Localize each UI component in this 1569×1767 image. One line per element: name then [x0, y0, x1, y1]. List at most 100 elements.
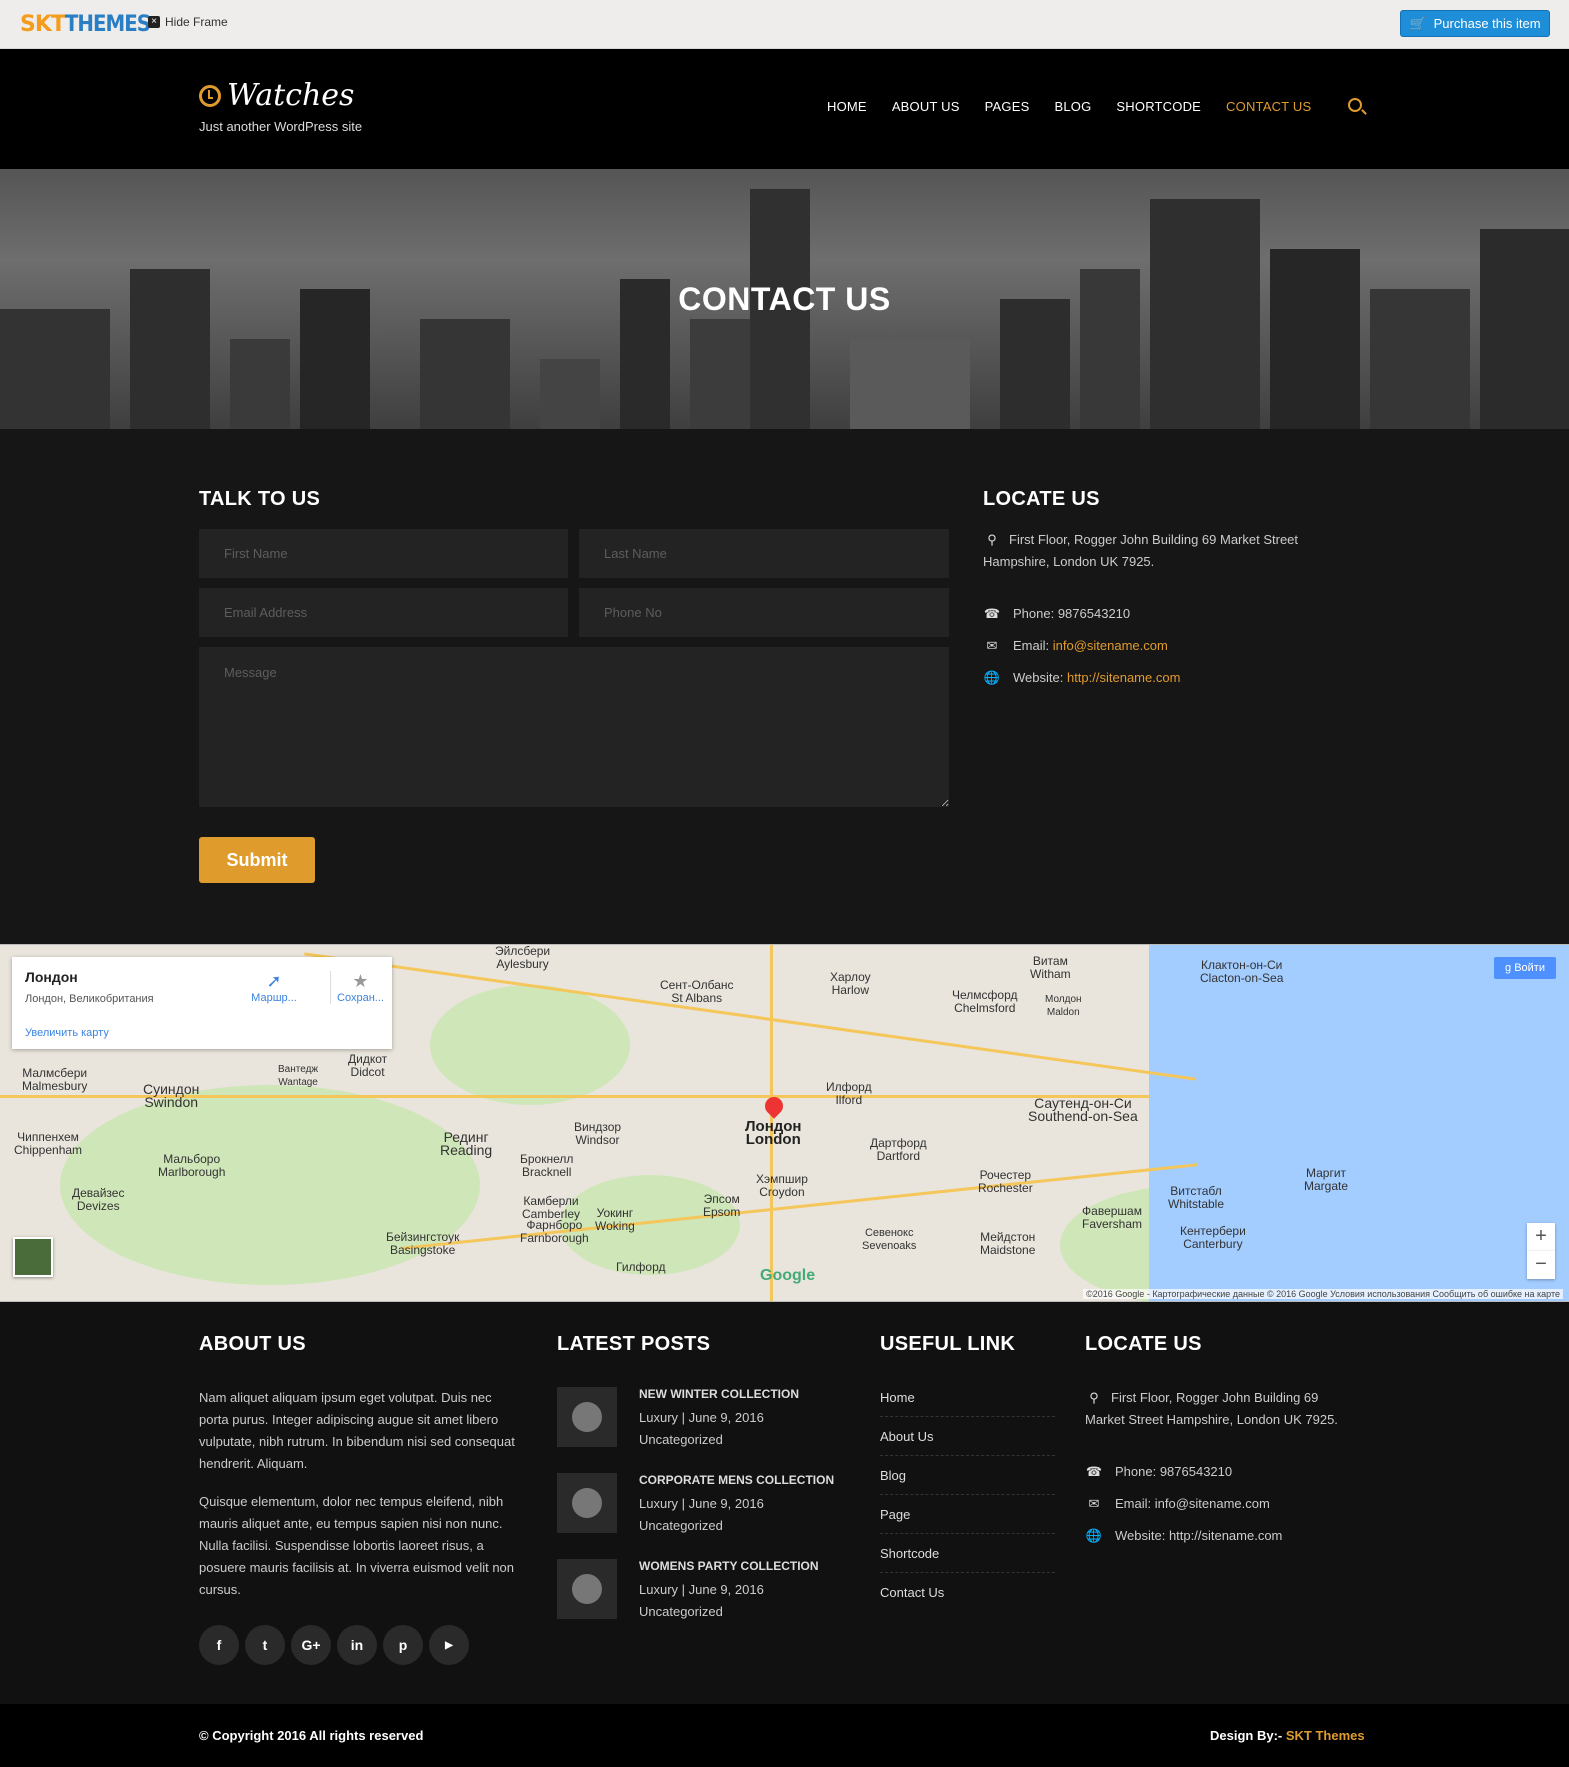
- footer-about-heading: ABOUT US: [199, 1333, 306, 1355]
- map-city: Севенокс Sevenoaks: [862, 1227, 917, 1252]
- map-city: Суиндон Swindon: [143, 1081, 200, 1110]
- directions-label: Маршр...: [251, 992, 297, 1004]
- footer-about-text-1: Nam aliquet aliquam ipsum eget volutpat.…: [199, 1390, 515, 1471]
- purchase-button[interactable]: 🛒 Purchase this item: [1400, 10, 1550, 37]
- nav-shortcode[interactable]: SHORTCODE: [1116, 99, 1201, 114]
- nav-contact-us[interactable]: CONTACT US: [1226, 99, 1311, 114]
- design-by-link[interactable]: SKT Themes: [1286, 1728, 1365, 1743]
- cart-icon: 🛒: [1409, 15, 1426, 31]
- facebook-icon[interactable]: f: [199, 1625, 239, 1665]
- nav-about-us[interactable]: ABOUT US: [892, 99, 960, 114]
- copyright-text: © Copyright 2016 All rights reserved: [199, 1728, 424, 1743]
- logo-skt-text: SKT: [20, 12, 66, 37]
- map-attribution[interactable]: ©2016 Google - Картографические данные ©…: [1083, 1289, 1563, 1299]
- satellite-toggle[interactable]: [13, 1237, 53, 1277]
- footer-link-home[interactable]: Home: [880, 1390, 1055, 1417]
- pinterest-icon[interactable]: p: [383, 1625, 423, 1665]
- email-link[interactable]: info@sitename.com: [1053, 638, 1168, 653]
- directions-button[interactable]: ➚ Маршр...: [244, 971, 304, 1004]
- phone-value: 9876543210: [1057, 606, 1131, 621]
- main-nav: HOME ABOUT US PAGES BLOG SHORTCODE CONTA…: [827, 99, 1336, 114]
- address-block: ⚲ First Floor, Rogger John Building 69 Ma…: [983, 529, 1383, 573]
- email-label: Email:: [1013, 638, 1050, 653]
- map-city: Мейдстон Maidstone: [980, 1230, 1036, 1257]
- locate-us-heading: LOCATE US: [983, 488, 1100, 510]
- hide-frame-label: Hide Frame: [165, 15, 228, 29]
- site-logo[interactable]: Watches: [199, 78, 354, 113]
- map-city: Витстабл Whitstable: [1168, 1184, 1225, 1211]
- footer-link-about-us[interactable]: About Us: [880, 1429, 1055, 1456]
- last-name-input[interactable]: [579, 529, 949, 578]
- map-place-card: Лондон Лондон, Великобритания Увеличить …: [12, 957, 392, 1049]
- site-name: Watches: [227, 78, 355, 113]
- footer-link-blog[interactable]: Blog: [880, 1468, 1055, 1495]
- save-label: Сохран...: [337, 992, 384, 1004]
- post-thumbnail[interactable]: [557, 1387, 617, 1447]
- map-city: Дидкот Didcot: [348, 1052, 388, 1079]
- post-title[interactable]: WOMENS PARTY COLLECTION: [639, 1559, 819, 1573]
- zoom-in-button[interactable]: +: [1527, 1223, 1555, 1251]
- nav-home[interactable]: HOME: [827, 99, 867, 114]
- youtube-icon[interactable]: ▶: [429, 1625, 469, 1665]
- footer-posts-heading: LATEST POSTS: [557, 1333, 711, 1355]
- logo-themes-text: THEMES: [64, 12, 151, 37]
- map-city: Сент-Олбанс St Albans: [660, 978, 734, 1005]
- map-city: Молдон Maldon: [1045, 994, 1082, 1018]
- phone-input[interactable]: [579, 588, 949, 637]
- first-name-input[interactable]: [199, 529, 568, 578]
- map-city: Девайзес Devizes: [72, 1186, 125, 1213]
- map-city: Гилфорд: [616, 1260, 666, 1274]
- website-label: Website:: [1013, 670, 1064, 685]
- save-place-button[interactable]: ★ Сохран...: [330, 971, 390, 1004]
- map-city: Харлоу Harlow: [830, 970, 871, 997]
- message-textarea[interactable]: [199, 647, 949, 807]
- google-plus-icon[interactable]: G+: [291, 1625, 331, 1665]
- email-input[interactable]: [199, 588, 568, 637]
- directions-icon: ➚: [266, 971, 282, 991]
- map-city: Клактон-он-Си Clacton-on-Sea: [1200, 958, 1284, 985]
- footer-locate-heading: LOCATE US: [1085, 1333, 1202, 1355]
- post-title[interactable]: NEW WINTER COLLECTION: [639, 1387, 799, 1401]
- footer-link-contact-us[interactable]: Contact Us: [880, 1585, 1055, 1611]
- latest-post[interactable]: WOMENS PARTY COLLECTION Luxury | June 9,…: [557, 1559, 857, 1621]
- footer-phone: ☎ Phone: 9876543210: [1085, 1461, 1232, 1483]
- map-city: Дартфорд Dartford: [870, 1136, 927, 1163]
- submit-button[interactable]: Submit: [199, 837, 315, 883]
- site-tagline: Just another WordPress site: [199, 119, 363, 134]
- footer-link-shortcode[interactable]: Shortcode: [880, 1546, 1055, 1573]
- map-city: Чиппенхем Chippenham: [14, 1130, 83, 1157]
- skt-themes-logo[interactable]: SKTTHEMES: [20, 12, 151, 37]
- post-thumbnail[interactable]: [557, 1559, 617, 1619]
- google-map[interactable]: Эйлсбери Aylesbury Сент-Олбанс St Albans Х…: [0, 944, 1569, 1302]
- envelope-icon: ✉: [1088, 1496, 1100, 1511]
- enlarge-map-link[interactable]: Увеличить карту: [25, 1027, 109, 1039]
- design-credit: Design By:- SKT Themes: [1210, 1728, 1365, 1743]
- post-thumbnail[interactable]: [557, 1473, 617, 1533]
- latest-post[interactable]: CORPORATE MENS COLLECTION Luxury | June …: [557, 1473, 857, 1535]
- hide-frame-button[interactable]: × Hide Frame: [148, 15, 228, 29]
- map-signin-button[interactable]: g Войти: [1494, 957, 1556, 979]
- map-city: Брокнелл Bracknell: [520, 1152, 574, 1179]
- map-city: Бейзингстоук Basingstoke: [386, 1230, 460, 1257]
- page-title: CONTACT US: [678, 281, 891, 317]
- nav-pages[interactable]: PAGES: [985, 99, 1030, 114]
- star-icon: ★: [352, 971, 369, 991]
- post-title[interactable]: CORPORATE MENS COLLECTION: [639, 1473, 834, 1487]
- map-city: Илфорд Ilford: [826, 1080, 872, 1107]
- footer-link-page[interactable]: Page: [880, 1507, 1055, 1534]
- website-link[interactable]: http://sitename.com: [1067, 670, 1180, 685]
- map-city: Рочестер Rochester: [978, 1168, 1033, 1195]
- email-line: ✉ Email: info@sitename.com: [983, 635, 1168, 657]
- zoom-out-button[interactable]: −: [1527, 1251, 1555, 1279]
- purchase-label: Purchase this item: [1433, 16, 1541, 31]
- nav-blog[interactable]: BLOG: [1054, 99, 1091, 114]
- address-line2: Hampshire, London UK 7925.: [983, 554, 1155, 569]
- map-city: Виндзор Windsor: [574, 1120, 622, 1147]
- map-city: Рединг Reading: [440, 1129, 493, 1158]
- website-line: 🌐 Website: http://sitename.com: [983, 667, 1181, 689]
- latest-post[interactable]: NEW WINTER COLLECTION Luxury | June 9, 2…: [557, 1387, 857, 1449]
- twitter-icon[interactable]: t: [245, 1625, 285, 1665]
- footer-useful-heading: USEFUL LINK: [880, 1333, 1016, 1355]
- linkedin-icon[interactable]: in: [337, 1625, 377, 1665]
- search-icon[interactable]: [1348, 98, 1362, 112]
